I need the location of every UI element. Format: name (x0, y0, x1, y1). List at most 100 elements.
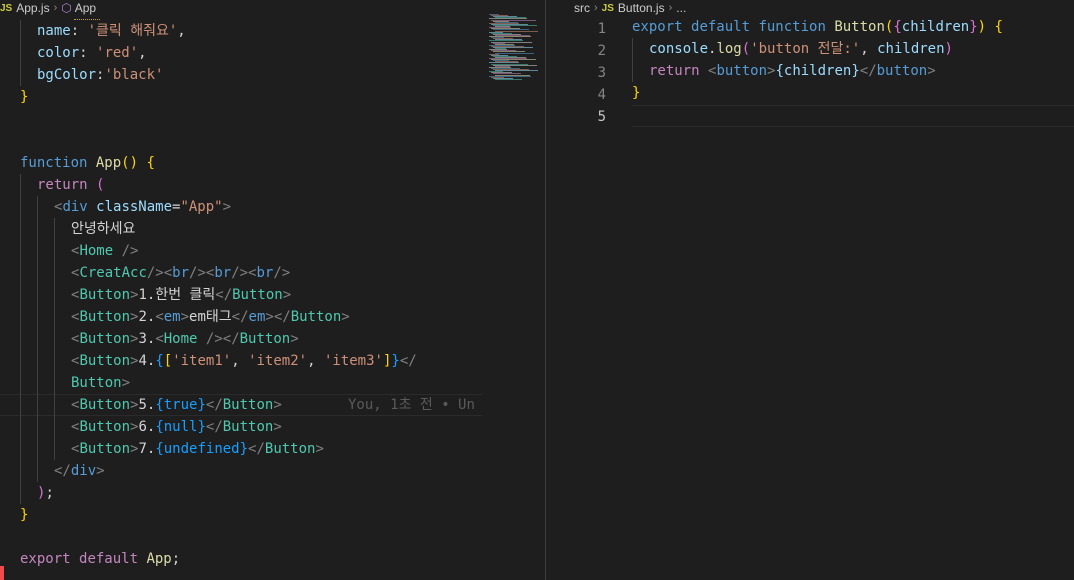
code-token: 'button 전달:' (750, 41, 861, 57)
code-token: } (20, 507, 29, 523)
code-line[interactable]: return <button>{children}</button> (632, 60, 936, 82)
code-token: Button (79, 419, 131, 435)
code-line[interactable]: export default App; (20, 548, 180, 570)
code-token: </ (399, 353, 417, 369)
code-line[interactable]: <Button>7.{undefined}</Button> (20, 438, 324, 460)
minimap[interactable] (483, 0, 545, 580)
code-line[interactable]: <CreatAcc/><br/><br/><br/> (20, 262, 290, 284)
indent-guide (37, 218, 38, 240)
indent-guide (20, 284, 21, 306)
code-token: , (231, 353, 249, 369)
code-line[interactable]: <div className="App"> (20, 196, 231, 218)
indent-guide (37, 372, 38, 394)
code-token: Button (79, 309, 131, 325)
code-line[interactable]: name: '클릭 해줘요', (20, 20, 186, 42)
indent-guide (37, 350, 38, 372)
code-token: 2. (138, 309, 156, 325)
code-token: < (155, 331, 164, 347)
code-line[interactable]: console.log('button 전달:', children) (632, 38, 953, 60)
indent-guide (37, 306, 38, 328)
code-token: , (177, 23, 186, 39)
code-token: { (893, 19, 902, 35)
code-line[interactable]: <Button>1.한번 클릭</Button> (20, 284, 291, 306)
code-token: Button (79, 397, 131, 413)
code-token: </ (54, 463, 71, 479)
code-token: return (37, 177, 97, 193)
code-token: </ (215, 287, 233, 303)
error-mark (0, 566, 4, 580)
indent-guide (20, 218, 21, 240)
code-token: Button (290, 309, 342, 325)
code-line[interactable]: <Button>5.{true}</Button> (20, 394, 282, 416)
code-token: App (146, 551, 172, 567)
code-token: Button (79, 441, 131, 457)
code-token: default (691, 19, 759, 35)
code-token: 1.한번 클릭 (138, 287, 216, 303)
chevron-right-icon: › (53, 2, 58, 14)
right-editor-pane[interactable]: src › JS Button.js › ... 1 2 3 4 5 export de… (546, 0, 1074, 580)
indent-guide (632, 60, 633, 82)
indent-guide (37, 284, 38, 306)
code-token: > (315, 441, 324, 457)
breadcrumb-folder[interactable]: src (574, 1, 590, 15)
code-token: '클릭 해줘요' (87, 23, 178, 39)
line-number: 4 (597, 87, 606, 103)
code-line[interactable]: } (632, 82, 640, 104)
indent-guide (54, 438, 55, 460)
code-line[interactable]: <Button>3.<Home /></Button> (20, 328, 299, 350)
code-line[interactable]: <Button>4.{['item1', 'item2', 'item3']}<… (20, 350, 417, 372)
code-token: , (307, 353, 324, 369)
code-line[interactable]: Button> (20, 372, 130, 394)
code-token: />< (146, 265, 173, 281)
left-editor-pane[interactable]: JS App.js › ⬡ App name: '클릭 해줘요', color: … (0, 0, 545, 580)
code-area[interactable]: export default function Button({children… (632, 16, 1072, 576)
indent-guide (20, 42, 21, 64)
code-token: } (20, 89, 29, 105)
code-line[interactable]: <Button>2.<em>em태그</em></Button> (20, 306, 350, 328)
code-token: ; (45, 485, 54, 501)
breadcrumb-symbol[interactable]: App (75, 1, 96, 15)
code-token: > (927, 63, 936, 79)
code-line[interactable]: } (20, 504, 28, 526)
code-line[interactable]: color: 'red', (20, 42, 147, 64)
code-token: > (121, 375, 131, 391)
code-line[interactable]: <Home /> (20, 240, 138, 262)
code-line[interactable]: </div> (20, 460, 105, 482)
breadcrumb-file[interactable]: Button.js (618, 1, 665, 15)
indent-guide (20, 438, 21, 460)
js-file-icon: JS (0, 2, 13, 14)
code-token: > (96, 463, 105, 479)
code-token: />< (231, 265, 257, 281)
code-line[interactable]: function App() { (20, 152, 155, 174)
code-token: > (290, 331, 299, 347)
code-token: log (716, 41, 742, 57)
indent-guide (20, 328, 21, 350)
code-token: > (180, 309, 190, 325)
code-area[interactable]: name: '클릭 해줘요', color: 'red', bgColor:'bla… (20, 20, 482, 580)
code-token: 7. (138, 441, 156, 457)
code-token: } (969, 19, 978, 35)
indent-guide (20, 64, 21, 86)
indent-guide (20, 240, 21, 262)
breadcrumb-file[interactable]: App.js (16, 1, 49, 15)
code-line[interactable]: ); (20, 482, 54, 504)
breadcrumb-more[interactable]: ... (676, 1, 686, 15)
code-token: App (95, 155, 122, 171)
code-token: /></ (205, 331, 240, 347)
code-line[interactable]: return ( (20, 174, 104, 196)
code-line[interactable]: export default function Button({children… (632, 16, 1003, 38)
code-line[interactable]: bgColor:'black' (20, 64, 163, 86)
code-token: div (62, 199, 97, 215)
indent-guide (20, 416, 21, 438)
code-line[interactable]: 안녕하세요 (20, 218, 135, 240)
git-blame-annotation: You, 1초 전 • Un (348, 397, 475, 413)
indent-guide (632, 38, 633, 60)
code-token: br (256, 265, 274, 281)
code-line[interactable]: } (20, 86, 28, 108)
code-token: 'item2' (248, 353, 308, 369)
code-token: {true} (155, 397, 206, 413)
code-token: Button (264, 441, 316, 457)
code-token: Home (163, 331, 206, 347)
indent-guide (37, 196, 38, 218)
code-line[interactable]: <Button>6.{null}</Button> (20, 416, 282, 438)
